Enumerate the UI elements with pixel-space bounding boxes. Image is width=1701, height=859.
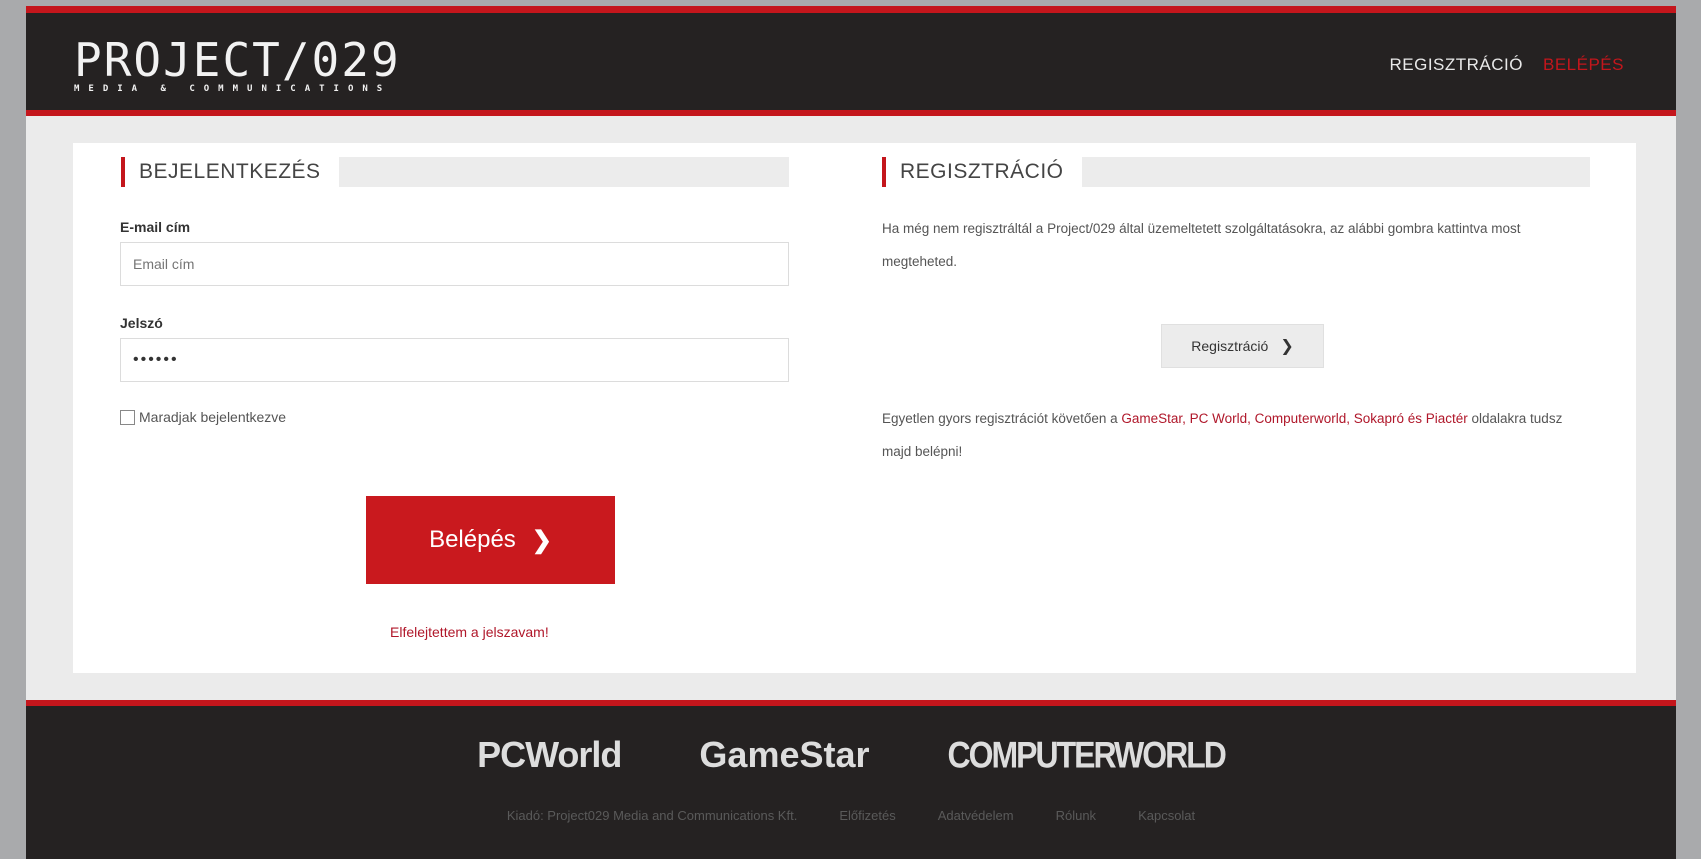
footer-links: Kiadó: Project029 Media and Communicatio…: [26, 808, 1676, 823]
register-title-text: REGISZTRÁCIÓ: [900, 160, 1082, 184]
remember-me-label: Maradjak bejelentkezve: [139, 409, 287, 425]
footer-link-contact[interactable]: Kapcsolat: [1138, 808, 1195, 823]
title-divider: [338, 157, 789, 187]
register-info-sites[interactable]: GameStar, PC World, Computerworld, Sokap…: [1121, 411, 1467, 426]
site-header: PROJECT/029 MEDIA & COMMUNICATIONS REGIS…: [26, 6, 1676, 116]
footer-publisher-text: Kiadó: Project029 Media and Communicatio…: [506, 808, 798, 823]
register-intro-text: Ha még nem regisztráltál a Project/029 á…: [882, 221, 1521, 269]
login-title-text: BEJELENTKEZÉS: [139, 160, 339, 184]
remember-me-checkbox[interactable]: [120, 409, 135, 425]
footer-link-subscribe[interactable]: Előfizetés: [839, 808, 895, 823]
project029-logo[interactable]: PROJECT/029 MEDIA & COMMUNICATIONS: [74, 37, 401, 94]
footer-link-privacy[interactable]: Adatvédelem: [938, 808, 1014, 823]
computerworld-logo[interactable]: COMPUTERWORLD: [948, 734, 1227, 777]
login-submit-label: Belépés: [429, 526, 516, 553]
logo-main-text: PROJECT/029: [74, 33, 401, 87]
gamestar-logo[interactable]: GameStar: [699, 734, 869, 776]
password-label: Jelszó: [120, 315, 163, 331]
register-info-prefix: Egyetlen gyors regisztrációt követően a: [882, 411, 1122, 426]
title-divider: [1081, 157, 1590, 187]
page-frame: PROJECT/029 MEDIA & COMMUNICATIONS REGIS…: [26, 6, 1676, 859]
chevron-right-icon: ❯: [531, 526, 552, 554]
chevron-right-icon: ❯: [1280, 338, 1294, 355]
forgot-password-link[interactable]: Elfelejtettem a jelszavam!: [390, 624, 549, 640]
register-section-title: REGISZTRÁCIÓ: [882, 157, 1590, 187]
title-accent-bar: [121, 157, 125, 187]
logo-sub-text: MEDIA & COMMUNICATIONS: [74, 84, 392, 94]
footer-brands: PCWorld GameStar COMPUTERWORLD: [26, 734, 1676, 776]
email-label: E-mail cím: [120, 219, 191, 235]
site-footer: PCWorld GameStar COMPUTERWORLD Kiadó: Pr…: [26, 700, 1676, 859]
login-submit-button[interactable]: Belépés ❯: [366, 496, 615, 584]
title-accent-bar: [882, 157, 886, 187]
nav-login-link[interactable]: BELÉPÉS: [1543, 55, 1624, 75]
content-card: BEJELENTKEZÉS E-mail cím Jelszó •••••• M…: [73, 143, 1636, 673]
top-nav: REGISZTRÁCIÓ BELÉPÉS: [1389, 55, 1624, 75]
register-info-text: Egyetlen gyors regisztrációt követően a …: [882, 402, 1582, 468]
login-section-title: BEJELENTKEZÉS: [121, 157, 789, 187]
register-button-label: Regisztráció: [1191, 338, 1269, 354]
email-input[interactable]: [120, 242, 789, 286]
remember-me-row[interactable]: Maradjak bejelentkezve: [120, 409, 286, 425]
nav-register-link[interactable]: REGISZTRÁCIÓ: [1389, 55, 1523, 75]
password-input[interactable]: ••••••: [120, 338, 789, 382]
register-button[interactable]: Regisztráció ❯: [1161, 324, 1324, 368]
pcworld-logo[interactable]: PCWorld: [477, 734, 622, 776]
footer-link-about[interactable]: Rólunk: [1056, 808, 1096, 823]
